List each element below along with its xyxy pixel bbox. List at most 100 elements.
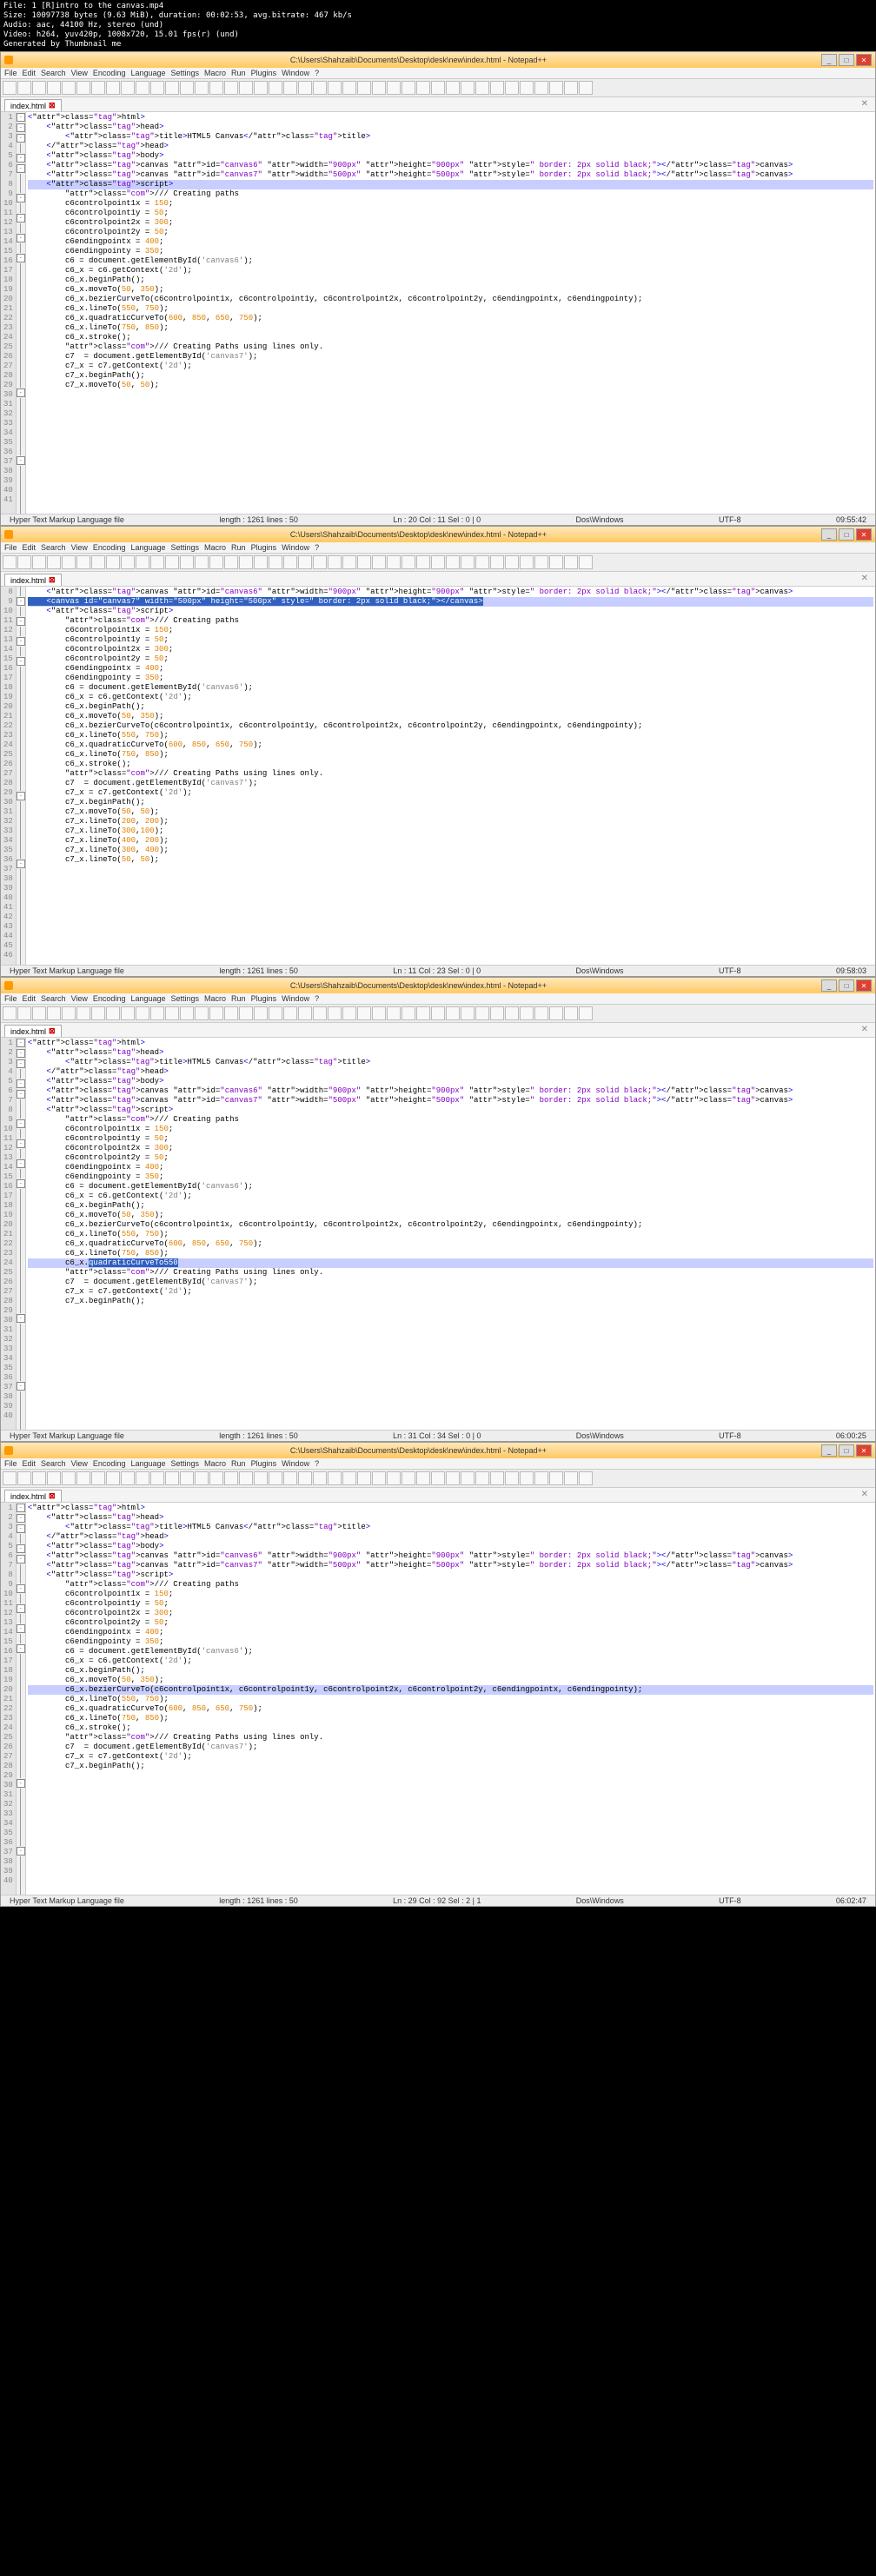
maximize-button[interactable]: □ (839, 979, 854, 992)
toolbar-button[interactable] (195, 1471, 209, 1485)
menu-search[interactable]: Search (41, 994, 66, 1003)
toolbar-button[interactable] (416, 81, 430, 95)
toolbar-button[interactable] (402, 555, 415, 569)
fold-gutter[interactable]: ----------- (17, 1503, 26, 1895)
fold-gutter[interactable]: ----------- (17, 112, 26, 514)
menu-run[interactable]: Run (231, 994, 246, 1003)
toolbar-button[interactable] (32, 1006, 46, 1020)
menu-macro[interactable]: Macro (204, 543, 226, 552)
menu-window[interactable]: Window (282, 1459, 309, 1468)
toolbar-button[interactable] (313, 81, 327, 95)
toolbar-button[interactable] (475, 1471, 489, 1485)
close-button[interactable]: ✕ (856, 528, 872, 541)
menu-search[interactable]: Search (41, 1459, 66, 1468)
tab-index-html[interactable]: index.html ⊠ (4, 99, 62, 111)
toolbar-button[interactable] (62, 1471, 76, 1485)
menu-plugins[interactable]: Plugins (251, 1459, 277, 1468)
toolbar-button[interactable] (446, 1006, 460, 1020)
toolbar-button[interactable] (209, 555, 223, 569)
toolbar-button[interactable] (328, 1471, 342, 1485)
toolbar-button[interactable] (269, 1471, 282, 1485)
toolbar-button[interactable] (549, 555, 563, 569)
menu-?[interactable]: ? (315, 1459, 319, 1468)
title-bar[interactable]: C:\Users\Shahzaib\Documents\Desktop\desk… (1, 527, 875, 542)
menu-run[interactable]: Run (231, 69, 246, 77)
toolbar-button[interactable] (298, 1006, 312, 1020)
toolbar-button[interactable] (165, 1006, 179, 1020)
toolbar-button[interactable] (91, 555, 105, 569)
toolbar-button[interactable] (150, 1006, 164, 1020)
toolbar-button[interactable] (357, 1471, 371, 1485)
toolbar-button[interactable] (431, 1006, 445, 1020)
toolbar-button[interactable] (579, 1006, 593, 1020)
toolbar-button[interactable] (106, 1006, 120, 1020)
toolbar-button[interactable] (402, 1006, 415, 1020)
menu-run[interactable]: Run (231, 543, 246, 552)
menu-plugins[interactable]: Plugins (251, 994, 277, 1003)
toolbar-button[interactable] (387, 1006, 401, 1020)
menu-?[interactable]: ? (315, 543, 319, 552)
minimize-button[interactable]: _ (821, 979, 837, 992)
menu-plugins[interactable]: Plugins (251, 543, 277, 552)
toolbar-button[interactable] (209, 1471, 223, 1485)
editor[interactable]: 8910111213141516171819202122232425262728… (1, 587, 875, 965)
toolbar-button[interactable] (372, 1006, 386, 1020)
toolbar-button[interactable] (475, 1006, 489, 1020)
toolbar-button[interactable] (239, 555, 253, 569)
toolbar-button[interactable] (32, 1471, 46, 1485)
toolbar-button[interactable] (32, 555, 46, 569)
toolbar-button[interactable] (283, 1471, 297, 1485)
menu-edit[interactable]: Edit (23, 994, 36, 1003)
toolbar-button[interactable] (209, 81, 223, 95)
toolbar-button[interactable] (17, 555, 31, 569)
menu-encoding[interactable]: Encoding (93, 994, 126, 1003)
menu-?[interactable]: ? (315, 994, 319, 1003)
toolbar-button[interactable] (387, 555, 401, 569)
toolbar-button[interactable] (62, 555, 76, 569)
toolbar-button[interactable] (372, 555, 386, 569)
menu-encoding[interactable]: Encoding (93, 1459, 126, 1468)
toolbar-button[interactable] (106, 555, 120, 569)
menu-search[interactable]: Search (41, 69, 66, 77)
toolbar-button[interactable] (195, 555, 209, 569)
new-tab-button[interactable]: ✕ (858, 574, 872, 586)
toolbar-button[interactable] (372, 1471, 386, 1485)
menu-window[interactable]: Window (282, 543, 309, 552)
menu-macro[interactable]: Macro (204, 69, 226, 77)
toolbar-button[interactable] (564, 81, 578, 95)
toolbar-button[interactable] (150, 555, 164, 569)
menu-view[interactable]: View (71, 543, 88, 552)
code-area[interactable]: <"attr">class="tag">html> <"attr">class=… (26, 1038, 875, 1430)
toolbar-button[interactable] (106, 81, 120, 95)
toolbar-button[interactable] (328, 1006, 342, 1020)
toolbar-button[interactable] (416, 1006, 430, 1020)
toolbar-button[interactable] (239, 1006, 253, 1020)
toolbar-button[interactable] (180, 1006, 194, 1020)
menu-edit[interactable]: Edit (23, 543, 36, 552)
toolbar-button[interactable] (372, 81, 386, 95)
close-tab-icon[interactable]: ⊠ (49, 1491, 56, 1501)
toolbar-button[interactable] (416, 1471, 430, 1485)
toolbar-button[interactable] (254, 1006, 268, 1020)
toolbar-button[interactable] (534, 81, 548, 95)
toolbar-button[interactable] (357, 555, 371, 569)
toolbar-button[interactable] (91, 1006, 105, 1020)
toolbar-button[interactable] (283, 555, 297, 569)
close-tab-icon[interactable]: ⊠ (49, 1026, 56, 1036)
editor[interactable]: 1234567891011121314151617181920212223242… (1, 1503, 875, 1895)
code-area[interactable]: <"attr">class="tag">html> <"attr">class=… (26, 1503, 875, 1895)
toolbar-button[interactable] (239, 1471, 253, 1485)
toolbar-button[interactable] (76, 81, 90, 95)
menu-file[interactable]: File (4, 1459, 17, 1468)
maximize-button[interactable]: □ (839, 54, 854, 66)
toolbar-button[interactable] (342, 81, 356, 95)
toolbar-button[interactable] (283, 81, 297, 95)
close-button[interactable]: ✕ (856, 1444, 872, 1457)
toolbar-button[interactable] (136, 1006, 149, 1020)
toolbar-button[interactable] (254, 1471, 268, 1485)
toolbar-button[interactable] (136, 1471, 149, 1485)
toolbar-button[interactable] (357, 1006, 371, 1020)
toolbar-button[interactable] (136, 81, 149, 95)
toolbar-button[interactable] (224, 555, 238, 569)
toolbar-button[interactable] (224, 1471, 238, 1485)
